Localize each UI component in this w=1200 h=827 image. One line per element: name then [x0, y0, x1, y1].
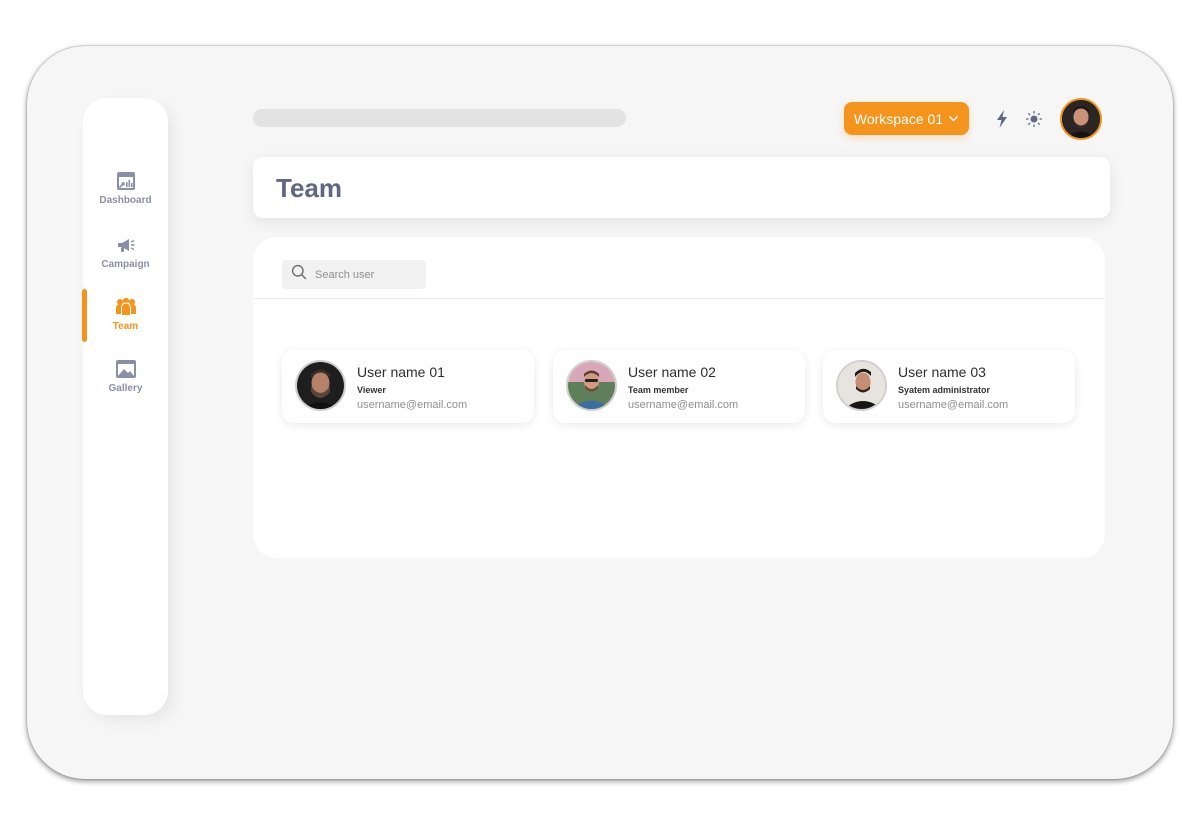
lightning-icon[interactable]	[992, 109, 1012, 129]
avatar	[836, 360, 887, 411]
search-input[interactable]	[315, 268, 415, 281]
team-panel: User name 01 Viewer username@email.com U…	[253, 237, 1105, 558]
user-email: username@email.com	[628, 399, 739, 411]
avatar	[295, 360, 346, 411]
user-role: Syatem administrator	[898, 385, 991, 395]
workspace-label: Workspace 01	[853, 110, 944, 127]
user-role: Team member	[628, 385, 689, 395]
divider	[253, 298, 1105, 299]
user-email: username@email.com	[357, 399, 468, 411]
user-card[interactable]: User name 01 Viewer username@email.com	[282, 350, 534, 423]
sidebar-item-label: Gallery	[108, 383, 143, 394]
page-title: Team	[276, 173, 342, 203]
search-box[interactable]	[282, 260, 426, 289]
sidebar-item-label: Campaign	[101, 259, 150, 270]
dashboard-icon	[115, 170, 137, 192]
sidebar-item-team[interactable]: Team	[83, 296, 168, 352]
sun-icon[interactable]	[1024, 109, 1044, 129]
user-name: User name 01	[357, 364, 445, 380]
breadcrumb-placeholder	[253, 109, 626, 127]
user-role: Viewer	[357, 385, 386, 395]
team-icon	[115, 296, 137, 318]
user-card[interactable]: User name 03 Syatem administrator userna…	[823, 350, 1075, 423]
search-icon	[291, 264, 307, 285]
user-card[interactable]: User name 02 Team member username@email.…	[553, 350, 805, 423]
sidebar-item-campaign[interactable]: Campaign	[83, 234, 168, 290]
sidebar: Dashboard Campaign Team Gallery	[82, 98, 168, 715]
user-email: username@email.com	[898, 399, 1009, 411]
user-name: User name 03	[898, 364, 986, 380]
page-header-card: Team	[253, 157, 1110, 218]
workspace-selector[interactable]: Workspace 01	[844, 102, 969, 135]
sidebar-item-dashboard[interactable]: Dashboard	[83, 170, 168, 226]
user-name: User name 02	[628, 364, 716, 380]
image-icon	[115, 358, 137, 380]
megaphone-icon	[115, 234, 137, 256]
sidebar-item-label: Dashboard	[99, 195, 152, 206]
sidebar-item-label: Team	[112, 321, 139, 332]
chevron-down-icon	[948, 111, 959, 127]
profile-avatar[interactable]	[1060, 98, 1102, 140]
sidebar-item-gallery[interactable]: Gallery	[83, 358, 168, 414]
avatar	[566, 360, 617, 411]
